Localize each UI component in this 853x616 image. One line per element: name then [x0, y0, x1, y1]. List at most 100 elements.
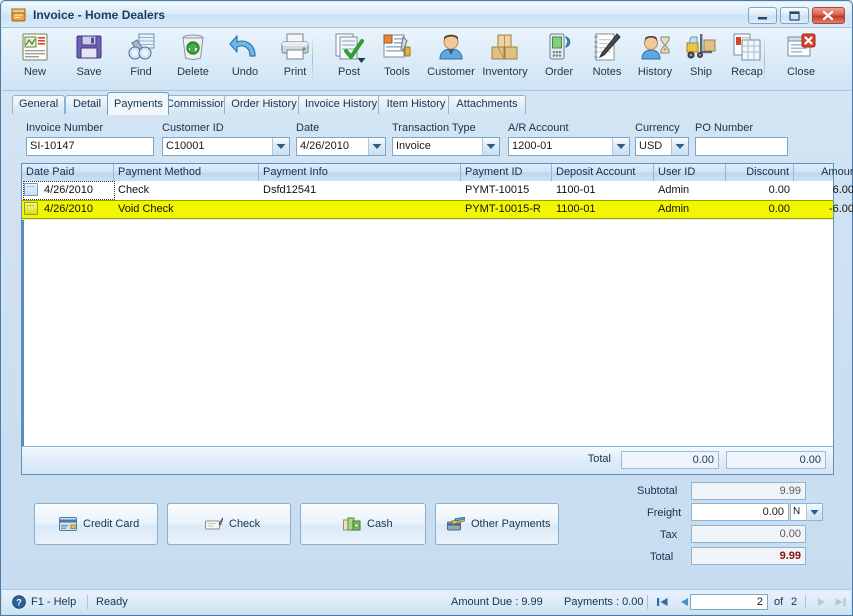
check-label: Check	[229, 518, 261, 530]
cash-button[interactable]: Cash	[300, 503, 426, 545]
transaction-type-label: Transaction Type	[392, 122, 476, 134]
invoice-window: Invoice - Home Dealers New Save Find Del…	[0, 0, 853, 616]
po-number-input[interactable]	[695, 137, 788, 156]
grid-body-divider	[22, 219, 833, 220]
col-header-date-paid[interactable]: Date Paid	[22, 164, 114, 181]
page-number-input[interactable]: 2	[690, 594, 768, 610]
col-header-amount[interactable]: Amount	[794, 164, 853, 181]
customer-id-label: Customer ID	[162, 122, 224, 134]
invoice-number-input[interactable]: SI-10147	[26, 137, 154, 156]
tab-commission[interactable]: Commission	[159, 95, 231, 114]
other-payments-button[interactable]: Other Payments	[435, 503, 559, 545]
other-payments-label: Other Payments	[471, 518, 551, 530]
toolbar-button-print[interactable]: Print	[268, 31, 322, 87]
chevron-down-icon[interactable]	[806, 504, 822, 520]
tab-invoice-history[interactable]: Invoice History	[298, 95, 384, 114]
table-row[interactable]: ⋯ 4/26/2010 Void Check PYMT-10015-R 1100…	[22, 200, 853, 219]
toolbar-button-close[interactable]: Close	[774, 31, 828, 87]
col-header-payment-method[interactable]: Payment Method	[114, 164, 259, 181]
help-label[interactable]: F1 - Help	[31, 596, 76, 608]
help-question-icon[interactable]: ?	[12, 595, 26, 612]
cell-payment-info	[259, 200, 461, 219]
toolbar-button-recap[interactable]: Recap	[720, 31, 774, 87]
toolbar-button-order[interactable]: Order	[532, 31, 586, 87]
toolbar-button-new[interactable]: New	[8, 31, 62, 87]
toolbar-button-tools[interactable]: Tools	[370, 31, 424, 87]
payments-grid: Date Paid Payment Method Payment Info Pa…	[21, 163, 853, 475]
subtotal-value: 9.99	[691, 482, 806, 500]
invoice-icon	[11, 7, 27, 23]
currency-combo[interactable]: USD	[635, 137, 689, 156]
col-header-payment-id[interactable]: Payment ID	[461, 164, 552, 181]
nav-next-icon[interactable]	[813, 595, 829, 609]
tab-general[interactable]: General	[12, 95, 65, 114]
freight-type-value: N	[793, 506, 801, 517]
window-title: Invoice - Home Dealers	[33, 8, 166, 22]
maximize-button[interactable]	[780, 7, 809, 24]
toolbar-button-find[interactable]: Find	[114, 31, 168, 87]
credit-card-label: Credit Card	[83, 518, 140, 530]
po-number-label: PO Number	[695, 122, 754, 134]
freight-input[interactable]: 0.00	[691, 503, 789, 521]
svg-text:?: ?	[16, 597, 22, 607]
col-header-user-id[interactable]: User ID	[654, 164, 726, 181]
grid-header-row: Date Paid Payment Method Payment Info Pa…	[22, 164, 853, 182]
chevron-down-icon[interactable]	[272, 138, 289, 155]
tab-detail[interactable]: Detail	[65, 95, 109, 114]
grid-amount-total: 0.00	[726, 451, 826, 469]
col-header-payment-info[interactable]: Payment Info	[259, 164, 461, 181]
table-row[interactable]: ⋯ 4/26/2010 Check Dsfd12541 PYMT-10015 1…	[22, 181, 853, 200]
toolbar-button-notes[interactable]: Notes	[580, 31, 634, 87]
toolbar-button-inventory[interactable]: Inventory	[478, 31, 532, 87]
ar-account-label: A/R Account	[508, 122, 569, 134]
nav-last-icon[interactable]	[832, 595, 848, 609]
nav-first-icon[interactable]	[655, 595, 671, 609]
grid-left-accent	[22, 181, 24, 446]
row-expand-icon[interactable]: ⋯	[24, 202, 38, 215]
cash-label: Cash	[367, 518, 393, 530]
close-button[interactable]	[812, 7, 845, 24]
notepad-pen-icon	[580, 31, 634, 65]
toolbar-button-customer[interactable]: Customer	[424, 31, 478, 87]
chevron-down-icon[interactable]	[482, 138, 499, 155]
customer-icon	[424, 31, 478, 65]
toolbar-button-post[interactable]: Post	[322, 31, 376, 87]
tab-attachments[interactable]: Attachments	[448, 95, 526, 114]
toolbar-button-undo[interactable]: Undo	[218, 31, 272, 87]
status-separator	[87, 595, 88, 609]
cell-amount: 6.00	[832, 184, 853, 196]
credit-card-button[interactable]: Credit Card	[34, 503, 158, 545]
col-header-deposit-account[interactable]: Deposit Account	[552, 164, 654, 181]
close-window-icon	[774, 31, 828, 65]
chevron-down-icon[interactable]	[368, 138, 385, 155]
minimize-button[interactable]	[748, 7, 777, 24]
row-expand-icon[interactable]: ⋯	[24, 183, 38, 196]
freight-type-combo[interactable]: N	[790, 503, 823, 521]
col-header-discount[interactable]: Discount	[726, 164, 794, 181]
tab-item-history[interactable]: Item History	[378, 95, 454, 114]
chevron-down-icon[interactable]	[671, 138, 688, 155]
toolbar-separator	[312, 34, 313, 84]
order-phone-icon	[532, 31, 586, 65]
transaction-type-combo[interactable]: Invoice	[392, 137, 500, 156]
chevron-down-icon[interactable]	[612, 138, 629, 155]
tab-order-history[interactable]: Order History	[224, 95, 304, 114]
toolbar-button-save[interactable]: Save	[62, 31, 116, 87]
check-button[interactable]: Check	[167, 503, 291, 545]
recap-report-icon	[720, 31, 774, 65]
chevron-down-icon[interactable]	[357, 56, 366, 65]
cell-payment-info: Dsfd12541	[263, 184, 317, 196]
toolbar-label: Tools	[384, 66, 410, 78]
recycle-bin-icon	[166, 31, 220, 65]
total-value: 9.99	[691, 547, 806, 565]
customer-id-combo[interactable]: C10001	[162, 137, 290, 156]
tax-value: 0.00	[691, 525, 806, 543]
toolbar-button-delete[interactable]: Delete	[166, 31, 220, 87]
tab-payments[interactable]: Payments	[107, 92, 169, 115]
toolbar-label: Post	[337, 66, 360, 78]
ar-account-combo[interactable]: 1200-01	[508, 137, 630, 156]
date-combo[interactable]: 4/26/2010	[296, 137, 386, 156]
nav-separator-2	[805, 595, 806, 609]
date-label: Date	[296, 122, 320, 134]
date-value: 4/26/2010	[300, 140, 349, 152]
